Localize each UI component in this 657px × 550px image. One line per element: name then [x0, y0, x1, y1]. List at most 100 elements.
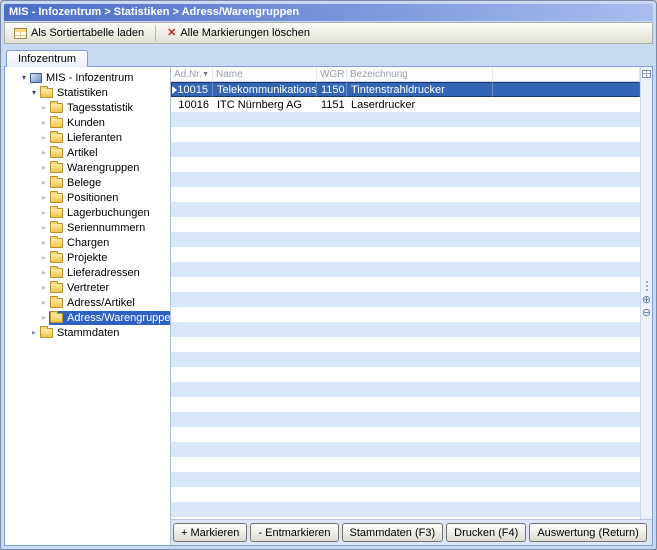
tree-item-stammdaten[interactable]: ▸ Stammdaten: [5, 325, 170, 340]
tree-item-lieferadressen[interactable]: ▸Lieferadressen: [5, 265, 170, 280]
table-cell[interactable]: 10015: [171, 82, 213, 97]
button-entmarkieren[interactable]: - Entmarkieren: [250, 523, 338, 542]
clear-marks-button[interactable]: ✕ Alle Markierungen löschen: [161, 24, 316, 42]
tree-item-warengruppen[interactable]: ▸Warengruppen: [5, 160, 170, 175]
tree-node[interactable]: Warengruppen: [49, 161, 142, 175]
column-chooser-icon[interactable]: [642, 70, 651, 78]
tree-node[interactable]: Chargen: [49, 236, 112, 250]
column-header-bezeichnung[interactable]: Bezeichnung: [347, 67, 493, 81]
tree-item-kunden[interactable]: ▸Kunden: [5, 115, 170, 130]
tree-item-lagerbuchungen[interactable]: ▸Lagerbuchungen: [5, 205, 170, 220]
tree-node[interactable]: Artikel: [49, 146, 101, 160]
table-cell[interactable]: 10016: [171, 97, 213, 112]
tree-node[interactable]: Lieferanten: [49, 131, 125, 145]
tree-item-artikel[interactable]: ▸Artikel: [5, 145, 170, 160]
expand-arrow-icon: ▸: [39, 280, 49, 295]
cell-text: Telekommunikationste: [217, 84, 317, 96]
navigation-tree[interactable]: ▾MIS - Infozentrum▾Statistiken▸Tagesstat…: [5, 67, 170, 545]
table-row[interactable]: 10016 ITC Nürnberg AG 1151Laserdrucker: [171, 97, 640, 112]
tree-item-statistiken[interactable]: ▾ Statistiken: [5, 85, 170, 100]
table-cell[interactable]: 1151: [317, 97, 347, 112]
grid-header: Ad.Nr.▼Name WGRBezeichnung: [171, 67, 640, 82]
column-header-label: Bezeichnung: [350, 69, 408, 80]
cell-text: ITC Nürnberg AG: [217, 99, 302, 111]
content-panel: ▾MIS - Infozentrum▾Statistiken▸Tagesstat…: [4, 66, 653, 546]
expand-arrow-icon: ▸: [39, 265, 49, 280]
tree-item-chargen[interactable]: ▸Chargen: [5, 235, 170, 250]
tree-node[interactable]: Positionen: [49, 191, 121, 205]
grid-area: Ad.Nr.▼Name WGRBezeichnung 10015 Telekommu…: [170, 67, 652, 545]
collapse-arrow-icon[interactable]: ▾: [29, 85, 39, 100]
tree-item-label: Adress/Warengruppen: [67, 312, 170, 324]
table-cell[interactable]: Laserdrucker: [347, 97, 493, 112]
tree-item-tagesstatistik[interactable]: ▸Tagesstatistik: [5, 100, 170, 115]
tree-node[interactable]: Seriennummern: [49, 221, 148, 235]
tree-item-label: Statistiken: [57, 87, 108, 99]
tree-item-adress-warengruppen[interactable]: ▸Adress/Warengruppen: [5, 310, 170, 325]
tree-node[interactable]: Tagesstatistik: [49, 101, 136, 115]
folder-icon: [50, 163, 63, 173]
table-row[interactable]: 10015 Telekommunikationste 1150 Tintenstrah…: [171, 82, 640, 97]
folder-icon: [50, 208, 63, 218]
tree-item-seriennummern[interactable]: ▸Seriennummern: [5, 220, 170, 235]
table-cell[interactable]: Telekommunikationste: [213, 82, 317, 97]
column-header-empty[interactable]: [493, 67, 640, 81]
button-drucken-f4[interactable]: Drucken (F4): [446, 523, 526, 542]
table-cell[interactable]: ITC Nürnberg AG: [213, 97, 317, 112]
tree-item-adress-artikel[interactable]: ▸Adress/Artikel: [5, 295, 170, 310]
expand-arrow-icon[interactable]: ▸: [29, 325, 39, 340]
button-auswertung-return[interactable]: Auswertung (Return): [529, 523, 647, 542]
drag-handle-icon[interactable]: [646, 280, 648, 292]
tree-item-label: Kunden: [67, 117, 105, 129]
cell-text: 1150: [321, 84, 345, 96]
button-markieren[interactable]: + Markieren: [173, 523, 247, 542]
zoom-out-icon[interactable]: ⊖: [642, 308, 651, 318]
folder-icon: [50, 298, 63, 308]
tree-item-lieferanten[interactable]: ▸Lieferanten: [5, 130, 170, 145]
tree-node[interactable]: Adress/Warengruppen: [49, 311, 170, 325]
column-header-label: Ad.Nr.: [174, 69, 202, 80]
tab-infozentrum[interactable]: Infozentrum: [6, 50, 88, 67]
expand-arrow-icon: ▸: [39, 160, 49, 175]
toolbar-separator: [155, 26, 156, 41]
tree-node[interactable]: Statistiken: [39, 86, 111, 100]
zoom-in-icon[interactable]: ⊕: [642, 295, 651, 305]
tree-node[interactable]: Vertreter: [49, 281, 112, 295]
tree-node[interactable]: Projekte: [49, 251, 110, 265]
tree-node[interactable]: Belege: [49, 176, 104, 190]
tree-item-belege[interactable]: ▸Belege: [5, 175, 170, 190]
rail-tool-group: ⊕ ⊖: [642, 280, 651, 318]
column-header-ad-nr[interactable]: Ad.Nr.▼: [171, 67, 213, 81]
table-cell[interactable]: [493, 82, 640, 97]
folder-icon: [40, 328, 53, 338]
table-cell[interactable]: 1150: [317, 82, 347, 97]
table-cell[interactable]: [493, 97, 640, 112]
grid-body[interactable]: 10015 Telekommunikationste 1150 Tintenstrah…: [171, 82, 640, 519]
table-cell[interactable]: Tintenstrahldrucker: [347, 82, 493, 97]
cell-text: Tintenstrahldrucker: [351, 84, 445, 96]
tree-node[interactable]: Kunden: [49, 116, 108, 130]
expand-arrow-icon: ▸: [39, 250, 49, 265]
collapse-arrow-icon[interactable]: ▾: [19, 70, 29, 85]
tree-item-label: Stammdaten: [57, 327, 119, 339]
tree-item-projekte[interactable]: ▸Projekte: [5, 250, 170, 265]
folder-icon: [40, 88, 53, 98]
column-header-wgr[interactable]: WGR: [317, 67, 347, 81]
tree-item-positionen[interactable]: ▸Positionen: [5, 190, 170, 205]
tree-item-mis-infozentrum[interactable]: ▾MIS - Infozentrum: [5, 70, 170, 85]
load-sort-table-label: Als Sortiertabelle laden: [31, 27, 144, 39]
tree-node[interactable]: Adress/Artikel: [49, 296, 138, 310]
tree-node[interactable]: MIS - Infozentrum: [29, 71, 136, 85]
tree-node[interactable]: Lagerbuchungen: [49, 206, 153, 220]
tree-item-vertreter[interactable]: ▸Vertreter: [5, 280, 170, 295]
load-sort-table-button[interactable]: Als Sortiertabelle laden: [8, 24, 150, 42]
button-stammdaten-f3[interactable]: Stammdaten (F3): [342, 523, 444, 542]
column-header-name[interactable]: Name: [213, 67, 317, 81]
folder-icon: [50, 148, 63, 158]
tree-node[interactable]: Lieferadressen: [49, 266, 143, 280]
footer-buttons: + Markieren- EntmarkierenStammdaten (F3)…: [171, 519, 652, 545]
tree-node[interactable]: Stammdaten: [39, 326, 122, 340]
column-header-label: Name: [216, 69, 243, 80]
window-titlebar[interactable]: MIS - Infozentrum > Statistiken > Adress…: [4, 4, 653, 21]
folder-icon: [50, 118, 63, 128]
